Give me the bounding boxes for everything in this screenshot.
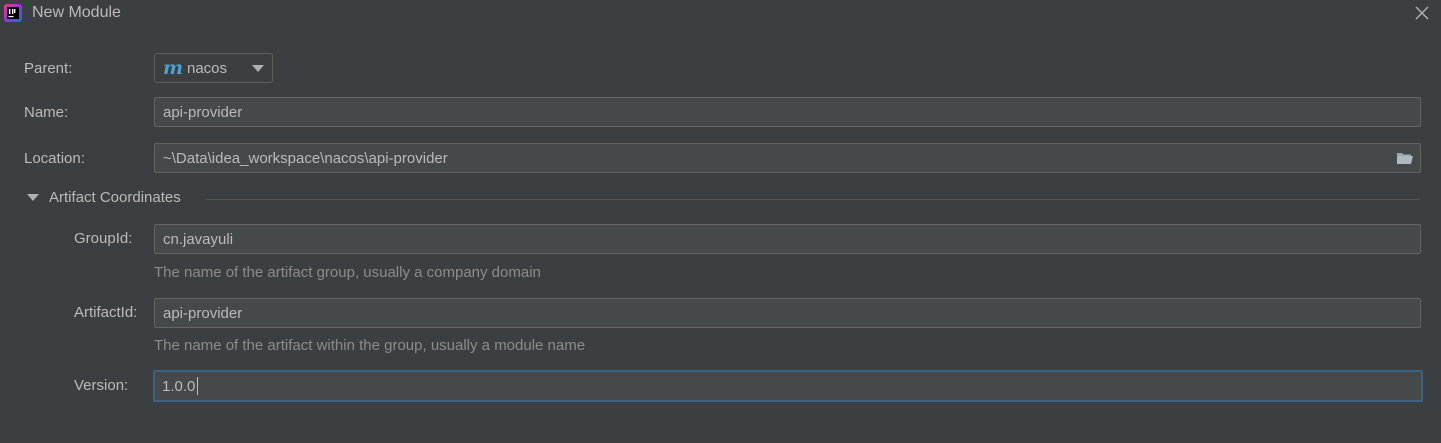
text-caret — [197, 377, 198, 395]
groupid-input[interactable] — [155, 225, 1420, 253]
intellij-idea-icon — [4, 4, 22, 22]
version-input[interactable] — [155, 372, 1421, 400]
parent-label: Parent: — [24, 60, 73, 77]
groupid-field[interactable] — [154, 224, 1421, 254]
chevron-down-icon — [252, 65, 264, 72]
folder-open-icon[interactable] — [1396, 150, 1414, 166]
location-label: Location: — [24, 150, 85, 167]
close-icon[interactable] — [1408, 0, 1436, 26]
parent-dropdown-value: nacos — [187, 60, 228, 77]
name-label: Name: — [24, 104, 69, 121]
name-input[interactable] — [155, 98, 1420, 126]
artifactid-label: ArtifactId: — [74, 304, 138, 321]
groupid-label: GroupId: — [74, 230, 133, 247]
artifactid-hint: The name of the artifact within the grou… — [154, 337, 586, 354]
artifactid-input[interactable] — [155, 299, 1420, 327]
triangle-down-icon[interactable] — [27, 194, 39, 201]
name-field[interactable] — [154, 97, 1421, 127]
maven-module-icon: m — [163, 57, 184, 79]
window-title: New Module — [32, 4, 121, 21]
parent-dropdown[interactable]: m nacos — [154, 53, 273, 83]
artifact-coordinates-header[interactable]: Artifact Coordinates — [49, 189, 181, 206]
title-bar: New Module — [0, 0, 1441, 28]
artifactid-field[interactable] — [154, 298, 1421, 328]
version-label: Version: — [74, 377, 129, 394]
groupid-hint: The name of the artifact group, usually … — [154, 264, 541, 281]
location-field[interactable] — [154, 143, 1421, 173]
version-field[interactable] — [153, 370, 1423, 402]
section-divider — [206, 199, 1420, 200]
location-input[interactable] — [155, 144, 1420, 172]
